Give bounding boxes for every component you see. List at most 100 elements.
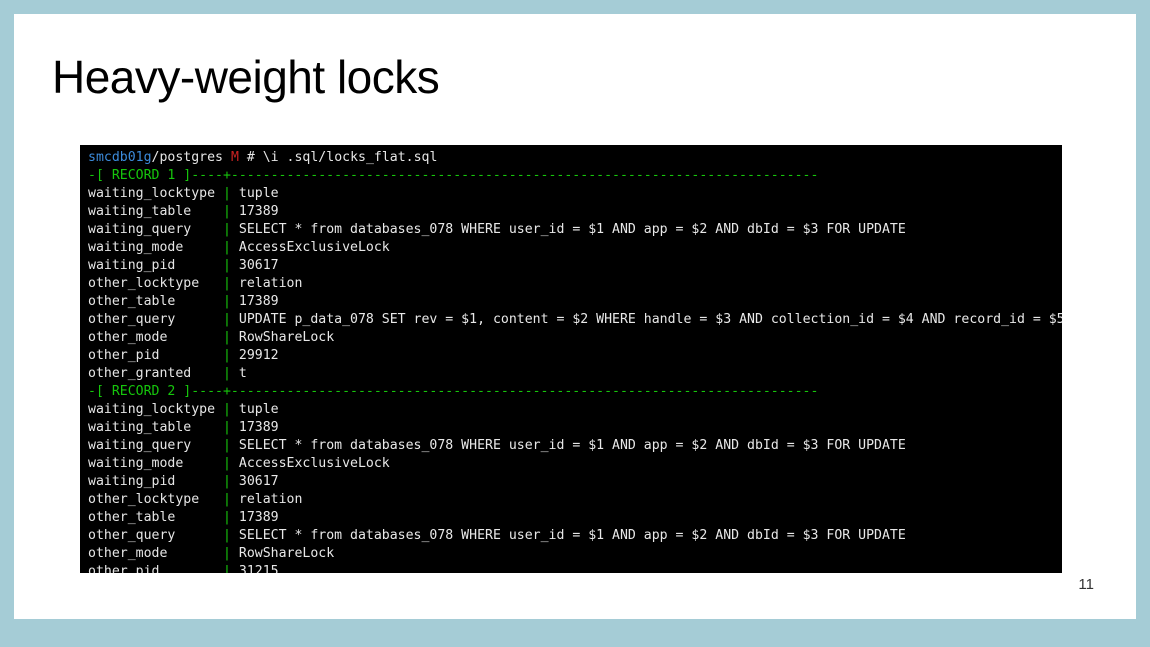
field-label: waiting_mode xyxy=(88,456,223,471)
record-field-row: other_query | SELECT * from databases_07… xyxy=(88,527,1062,545)
field-value: AccessExclusiveLock xyxy=(230,456,390,471)
slide-frame: Heavy-weight locks smcdb01g/postgres M #… xyxy=(0,0,1150,647)
field-value: 17389 xyxy=(230,420,279,435)
field-label: waiting_pid xyxy=(88,474,223,489)
page-title: Heavy-weight locks xyxy=(52,51,440,103)
field-label: other_mode xyxy=(88,330,223,345)
record-separator-text: -[ RECORD 2 ]----+----------------------… xyxy=(88,384,819,399)
record-field-row: waiting_table | 17389 xyxy=(88,203,1062,221)
record-field-row: other_table | 17389 xyxy=(88,509,1062,527)
record-field-row: other_query | UPDATE p_data_078 SET rev … xyxy=(88,311,1062,329)
record-field-row: waiting_query | SELECT * from databases_… xyxy=(88,221,1062,239)
record-field-row: other_granted | t xyxy=(88,365,1062,383)
record-field-row: waiting_pid | 30617 xyxy=(88,257,1062,275)
field-value: 31215 xyxy=(230,564,279,573)
field-pipe: | xyxy=(222,240,231,255)
record-separator: -[ RECORD 2 ]----+----------------------… xyxy=(88,383,1062,401)
terminal-output-panel: smcdb01g/postgres M # \i .sql/locks_flat… xyxy=(80,145,1062,573)
record-field-row: waiting_table | 17389 xyxy=(88,419,1062,437)
field-pipe: | xyxy=(222,546,231,561)
field-label: other_table xyxy=(88,294,223,309)
slide-canvas: Heavy-weight locks smcdb01g/postgres M #… xyxy=(14,14,1136,619)
record-field-row: other_mode | RowShareLock xyxy=(88,545,1062,563)
prompt-host: smcdb01g xyxy=(88,150,152,165)
field-label: other_mode xyxy=(88,546,223,561)
field-pipe: | xyxy=(222,438,231,453)
field-pipe: | xyxy=(222,528,231,543)
field-pipe: | xyxy=(222,456,231,471)
prompt-symbol: # xyxy=(238,150,263,165)
record-field-row: other_table | 17389 xyxy=(88,293,1062,311)
field-label: waiting_pid xyxy=(88,258,223,273)
field-label: other_table xyxy=(88,510,223,525)
field-pipe: | xyxy=(222,330,231,345)
terminal-prompt-line: smcdb01g/postgres M # \i .sql/locks_flat… xyxy=(88,149,1062,167)
field-label: other_pid xyxy=(88,564,223,573)
field-value: 30617 xyxy=(230,474,279,489)
field-value: 17389 xyxy=(230,204,279,219)
field-label: waiting_table xyxy=(88,204,223,219)
field-pipe: | xyxy=(222,366,231,381)
field-pipe: | xyxy=(222,420,231,435)
field-label: waiting_locktype xyxy=(88,402,223,417)
field-pipe: | xyxy=(222,348,231,363)
record-field-row: other_locktype | relation xyxy=(88,491,1062,509)
record-separator-text: -[ RECORD 1 ]----+----------------------… xyxy=(88,168,819,183)
prompt-command: \i .sql/locks_flat.sql xyxy=(262,150,438,165)
field-value: tuple xyxy=(230,402,279,417)
record-field-row: waiting_locktype | tuple xyxy=(88,185,1062,203)
record-field-row: waiting_locktype | tuple xyxy=(88,401,1062,419)
record-field-row: waiting_mode | AccessExclusiveLock xyxy=(88,455,1062,473)
field-pipe: | xyxy=(222,492,231,507)
field-value: RowShareLock xyxy=(230,330,335,345)
field-pipe: | xyxy=(222,312,231,327)
field-value: relation xyxy=(230,276,303,291)
field-value: 17389 xyxy=(230,294,279,309)
field-value: UPDATE p_data_078 SET rev = $1, content … xyxy=(230,312,1062,327)
field-pipe: | xyxy=(222,222,231,237)
field-value: AccessExclusiveLock xyxy=(230,240,390,255)
page-number: 11 xyxy=(1078,576,1094,593)
record-separator: -[ RECORD 1 ]----+----------------------… xyxy=(88,167,1062,185)
field-pipe: | xyxy=(222,258,231,273)
field-pipe: | xyxy=(222,510,231,525)
prompt-database: /postgres xyxy=(151,150,223,165)
field-label: waiting_table xyxy=(88,420,223,435)
field-label: other_query xyxy=(88,312,223,327)
field-value: relation xyxy=(230,492,303,507)
field-label: other_query xyxy=(88,528,223,543)
field-pipe: | xyxy=(222,474,231,489)
field-label: waiting_locktype xyxy=(88,186,223,201)
field-label: other_locktype xyxy=(88,492,223,507)
field-value: SELECT * from databases_078 WHERE user_i… xyxy=(230,222,906,237)
record-field-row: waiting_query | SELECT * from databases_… xyxy=(88,437,1062,455)
field-label: other_granted xyxy=(88,366,223,381)
field-value: 29912 xyxy=(230,348,279,363)
field-label: waiting_query xyxy=(88,222,223,237)
prompt-flag: M xyxy=(230,150,239,165)
record-field-row: other_locktype | relation xyxy=(88,275,1062,293)
record-field-row: waiting_pid | 30617 xyxy=(88,473,1062,491)
field-value: 30617 xyxy=(230,258,279,273)
field-label: other_locktype xyxy=(88,276,223,291)
record-field-row: other_mode | RowShareLock xyxy=(88,329,1062,347)
field-label: waiting_mode xyxy=(88,240,223,255)
field-pipe: | xyxy=(222,402,231,417)
field-pipe: | xyxy=(222,564,231,573)
terminal-lines: smcdb01g/postgres M # \i .sql/locks_flat… xyxy=(88,149,1062,573)
field-pipe: | xyxy=(222,204,231,219)
field-value: SELECT * from databases_078 WHERE user_i… xyxy=(230,528,906,543)
field-value: SELECT * from databases_078 WHERE user_i… xyxy=(230,438,906,453)
field-value: RowShareLock xyxy=(230,546,335,561)
field-value: 17389 xyxy=(230,510,279,525)
field-pipe: | xyxy=(222,294,231,309)
field-pipe: | xyxy=(222,186,231,201)
field-value: t xyxy=(230,366,247,381)
field-pipe: | xyxy=(222,276,231,291)
field-label: other_pid xyxy=(88,348,223,363)
field-label: waiting_query xyxy=(88,438,223,453)
field-value: tuple xyxy=(230,186,279,201)
record-field-row: waiting_mode | AccessExclusiveLock xyxy=(88,239,1062,257)
record-field-row: other_pid | 31215 xyxy=(88,563,1062,573)
record-field-row: other_pid | 29912 xyxy=(88,347,1062,365)
